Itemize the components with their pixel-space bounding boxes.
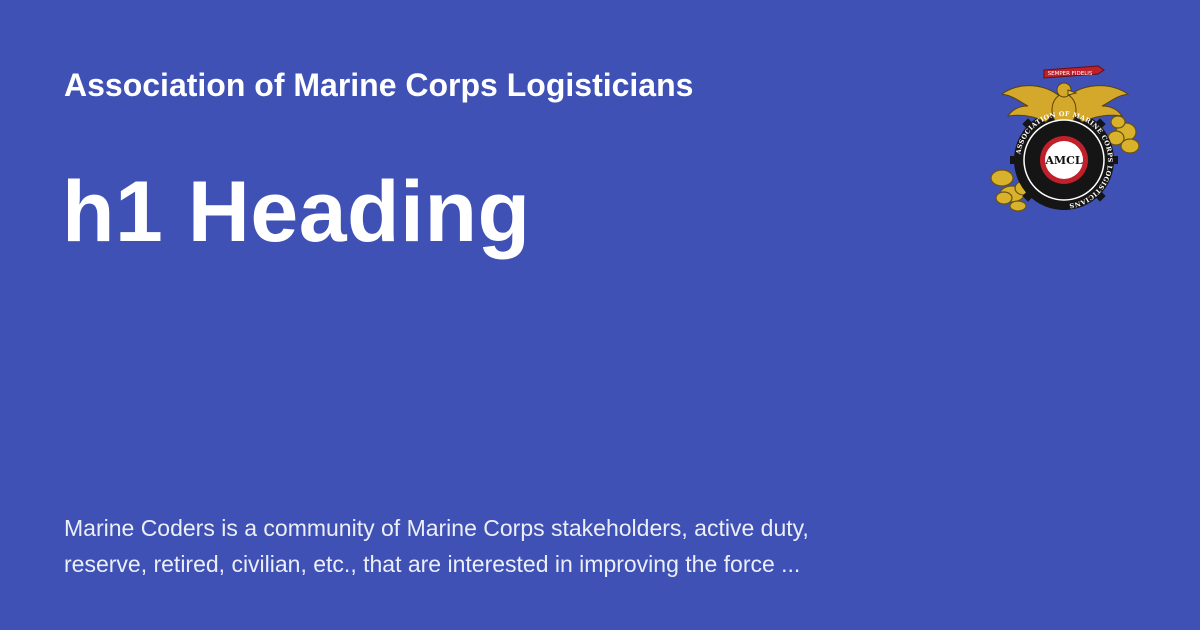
svg-text:AMCL: AMCL — [1044, 154, 1082, 167]
amcl-emblem-icon: SEMPER FIDELIS ASSOCIATION OF MARINE COR… — [988, 60, 1140, 212]
site-name: Association of Marine Corps Logisticians — [64, 67, 694, 103]
page-description: Marine Coders is a community of Marine C… — [64, 515, 809, 577]
banner: SEMPER FIDELIS — [1043, 65, 1105, 79]
social-card: Association of Marine Corps Logisticians… — [0, 0, 1200, 630]
svg-text:SEMPER FIDELIS: SEMPER FIDELIS — [1048, 71, 1093, 77]
rope-right — [1107, 115, 1140, 154]
page-title: h1 Heading — [62, 164, 531, 260]
